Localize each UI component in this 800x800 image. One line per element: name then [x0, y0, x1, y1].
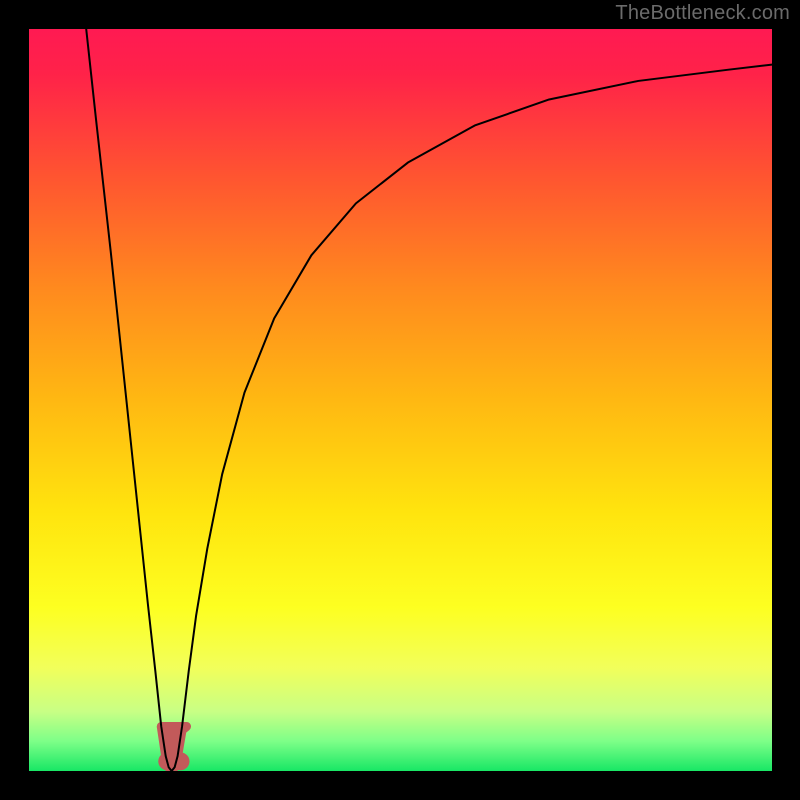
outer-frame: TheBottleneck.com: [0, 0, 800, 800]
bottleneck-chart: [29, 29, 772, 771]
watermark-text: TheBottleneck.com: [615, 2, 790, 25]
gradient-background: [29, 29, 772, 771]
